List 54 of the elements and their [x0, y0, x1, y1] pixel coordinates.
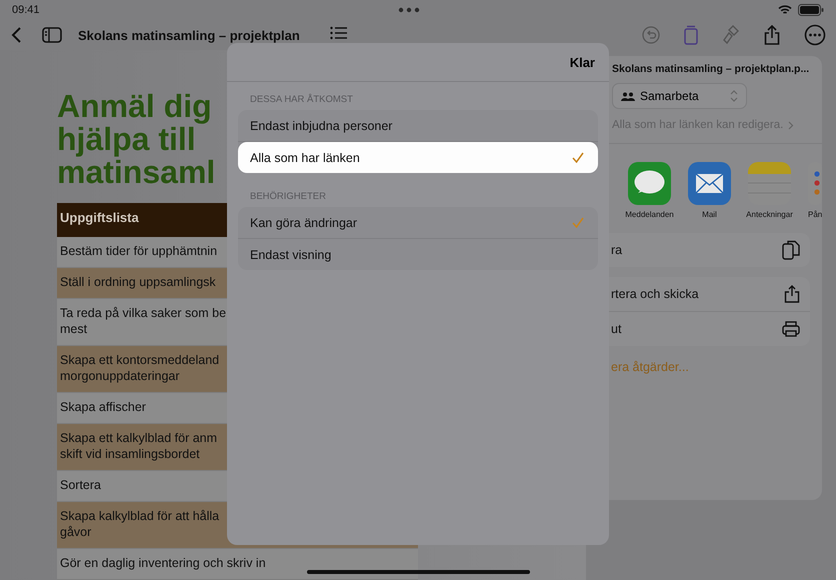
task-text: Skapa ett kontorsmeddeland	[60, 352, 220, 368]
collaborate-dropdown[interactable]: Samarbeta	[612, 83, 747, 109]
more-icon[interactable]	[804, 24, 826, 46]
printer-icon	[782, 321, 800, 337]
option-label: Alla som har länken	[250, 150, 360, 164]
option-row[interactable]: Kan göra ändringar	[238, 207, 598, 239]
task-text: mest	[60, 321, 88, 337]
option-label: Endast inbjudna personer	[250, 118, 392, 132]
task-text: morgonuppdateringar	[60, 368, 180, 384]
list-icon[interactable]	[330, 26, 348, 40]
more-dots-icon	[398, 7, 420, 13]
people-icon	[621, 92, 635, 100]
task-text: Gör en daglig inventering och skriv in	[60, 555, 266, 571]
document-icon[interactable]	[684, 25, 698, 45]
app-label: Pån	[808, 210, 822, 219]
wifi-icon	[778, 5, 792, 15]
back-icon[interactable]	[10, 26, 22, 44]
done-button[interactable]: Klar	[570, 54, 595, 70]
option-row[interactable]: Endast visning	[238, 239, 598, 270]
task-text: Bestäm tider för upphämtnin	[60, 243, 218, 259]
copy-icon	[782, 240, 800, 260]
share-icon[interactable]	[764, 25, 780, 45]
share-icon	[784, 285, 800, 303]
sidebar-icon[interactable]	[42, 27, 62, 43]
app-label: Meddelanden	[625, 210, 674, 219]
action-label[interactable]: ut	[611, 322, 622, 336]
task-text: Skapa ett kalkylblad för anm	[60, 430, 218, 446]
task-text: Skapa kalkylblad för att hålla	[60, 508, 220, 524]
section-header: BEHÖRIGHETER	[249, 190, 328, 204]
heading-line: hjälpa till	[57, 123, 196, 156]
task-text: Ställ i ordning uppsamlingsk	[60, 274, 216, 290]
task-text: skift vid insamlingsbordet	[60, 446, 200, 462]
document-title: Skolans matinsamling – projektplan	[78, 28, 300, 42]
chevron-icon	[788, 120, 794, 130]
task-text: Sortera	[60, 477, 101, 493]
option-row[interactable]: Alla som har länken	[238, 142, 598, 173]
envelope-icon[interactable]	[688, 162, 731, 205]
task-text: Skapa affischer	[60, 399, 146, 415]
heading-line: matinsaml	[57, 156, 216, 189]
option-label: Kan göra ändringar	[250, 216, 358, 230]
battery-icon	[798, 4, 824, 16]
updown-icon	[730, 90, 738, 102]
status-time: 09:41	[12, 4, 40, 16]
app-label: Anteckningar	[746, 210, 793, 219]
action-label[interactable]: ra	[611, 243, 622, 257]
heading-line: Anmäl dig	[57, 90, 212, 123]
task-text: gåvor	[60, 524, 92, 540]
action-label[interactable]: rtera och skicka	[611, 287, 699, 301]
option-label: Endast visning	[250, 248, 332, 262]
task-text: Ta reda på vilka saker som be	[60, 305, 226, 321]
section-header: DESSA HAR ÅTKOMST	[249, 92, 354, 107]
app-label: Mail	[702, 210, 717, 219]
share-title: Skolans matinsamling – projektplan.p...	[612, 63, 810, 75]
speech-bubble-icon[interactable]	[628, 162, 671, 205]
